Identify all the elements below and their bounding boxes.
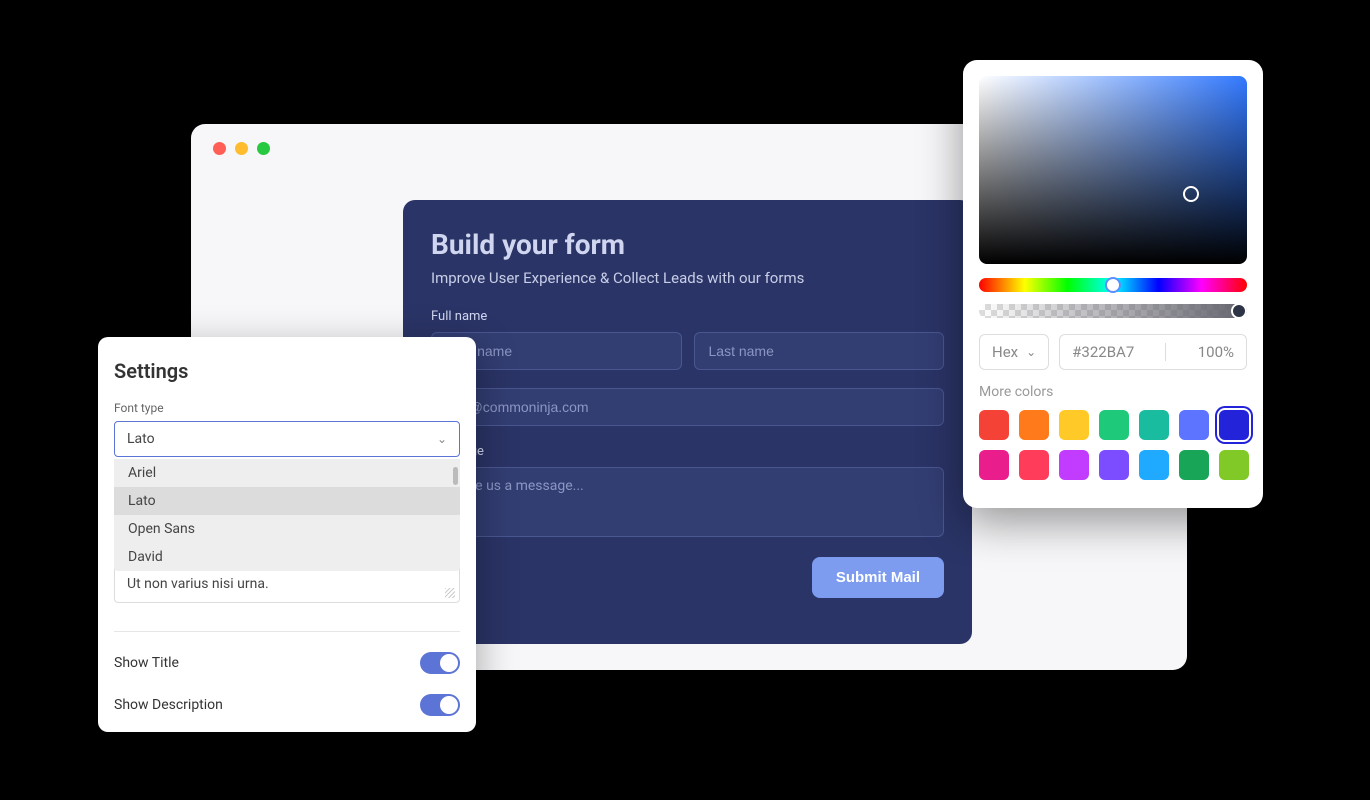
- color-picker-panel: Hex ⌄ #322BA7 100% More colors: [963, 60, 1263, 508]
- hex-value: #322BA7: [1072, 343, 1134, 361]
- submit-button[interactable]: Submit Mail: [812, 557, 944, 598]
- message-label: Message: [431, 444, 944, 459]
- font-option-lato[interactable]: Lato: [114, 487, 460, 515]
- minimize-window-button[interactable]: [235, 142, 248, 155]
- font-select[interactable]: Lato ⌄: [114, 421, 460, 457]
- more-colors-label: More colors: [979, 384, 1247, 400]
- hex-input[interactable]: #322BA7 100%: [1059, 334, 1247, 370]
- saturation-value-area[interactable]: [979, 76, 1247, 264]
- settings-title: Settings: [114, 359, 460, 383]
- form-builder-preview: Build your form Improve User Experience …: [403, 200, 972, 644]
- alpha-slider[interactable]: [979, 304, 1247, 318]
- color-swatch[interactable]: [1139, 450, 1169, 480]
- color-swatch[interactable]: [1179, 450, 1209, 480]
- form-subtitle: Improve User Experience & Collect Leads …: [431, 269, 944, 287]
- font-select-value: Lato: [127, 431, 155, 447]
- color-cursor[interactable]: [1183, 186, 1199, 202]
- hue-handle[interactable]: [1105, 277, 1121, 293]
- form-title: Build your form: [431, 228, 944, 261]
- color-swatch[interactable]: [1099, 410, 1129, 440]
- color-format-select[interactable]: Hex ⌄: [979, 334, 1049, 370]
- close-window-button[interactable]: [213, 142, 226, 155]
- show-title-label: Show Title: [114, 655, 179, 671]
- font-option-opensans[interactable]: Open Sans: [114, 515, 460, 543]
- color-swatch[interactable]: [1059, 410, 1089, 440]
- maximize-window-button[interactable]: [257, 142, 270, 155]
- color-swatch[interactable]: [1219, 410, 1249, 440]
- divider: [114, 631, 460, 632]
- color-swatch[interactable]: [979, 410, 1009, 440]
- font-option-david[interactable]: David: [114, 543, 460, 571]
- hue-slider[interactable]: [979, 278, 1247, 292]
- chevron-down-icon: ⌄: [437, 432, 447, 446]
- color-swatch[interactable]: [1219, 450, 1249, 480]
- chevron-down-icon: ⌄: [1026, 345, 1036, 359]
- settings-panel: Settings Font type Lato ⌄ Ariel Lato Ope…: [98, 337, 476, 732]
- color-swatch[interactable]: [1099, 450, 1129, 480]
- color-swatch[interactable]: [1019, 410, 1049, 440]
- divider: [1165, 343, 1166, 361]
- show-description-toggle[interactable]: [420, 694, 460, 716]
- swatch-grid: [979, 410, 1247, 480]
- alpha-handle[interactable]: [1231, 303, 1247, 319]
- color-swatch[interactable]: [1019, 450, 1049, 480]
- show-description-label: Show Description: [114, 697, 223, 713]
- dropdown-scrollbar[interactable]: [453, 467, 458, 485]
- color-swatch[interactable]: [1179, 410, 1209, 440]
- color-swatch[interactable]: [979, 450, 1009, 480]
- font-option-ariel[interactable]: Ariel: [114, 459, 460, 487]
- color-format-value: Hex: [992, 343, 1018, 361]
- color-swatch[interactable]: [1059, 450, 1089, 480]
- show-title-toggle[interactable]: [420, 652, 460, 674]
- message-textarea[interactable]: [431, 467, 944, 537]
- font-dropdown: Ariel Lato Open Sans David: [114, 459, 460, 571]
- email-input[interactable]: [431, 388, 944, 426]
- color-swatch[interactable]: [1139, 410, 1169, 440]
- last-name-input[interactable]: [694, 332, 945, 370]
- opacity-value: 100%: [1198, 343, 1234, 361]
- font-type-label: Font type: [114, 401, 460, 415]
- fullname-label: Full name: [431, 309, 944, 324]
